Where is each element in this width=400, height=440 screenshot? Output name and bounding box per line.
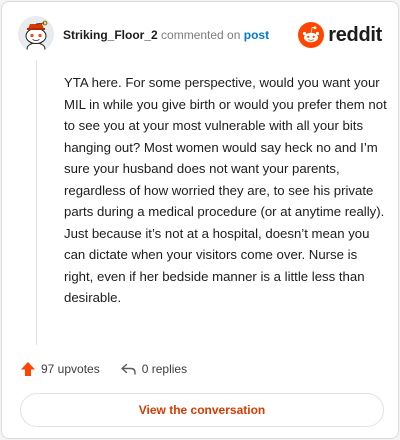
action-text: commented on: [161, 28, 241, 42]
post-link[interactable]: post: [244, 28, 269, 42]
comment-card: Striking_Floor_2 commented on post reddi…: [1, 1, 399, 439]
comment-header: Striking_Floor_2 commented on post reddi…: [16, 16, 384, 52]
upvote-count: 97 upvotes: [41, 362, 100, 376]
reddit-wordmark: reddit: [328, 23, 382, 46]
snoo-avatar-icon: [18, 16, 54, 52]
replies-count: 0 replies: [141, 362, 188, 376]
author-name[interactable]: Striking_Floor_2: [63, 28, 158, 42]
comment-body: YTA here. For some perspective, would yo…: [64, 75, 387, 305]
upvote-button[interactable]: 97 upvotes: [20, 361, 100, 377]
replies-button[interactable]: 0 replies: [120, 361, 187, 377]
thread-line: [36, 60, 37, 345]
upvote-arrow-icon: [21, 362, 35, 376]
comment-actions: 97 upvotes 0 replies: [20, 359, 187, 379]
reddit-brand[interactable]: reddit: [298, 22, 382, 48]
reddit-snoo-icon: [298, 22, 325, 48]
author-line: Striking_Floor_2 commented on post: [63, 28, 269, 42]
view-conversation-button[interactable]: View the conversation: [20, 393, 384, 427]
avatar[interactable]: [18, 16, 54, 52]
reply-arrow-icon: [121, 363, 136, 375]
